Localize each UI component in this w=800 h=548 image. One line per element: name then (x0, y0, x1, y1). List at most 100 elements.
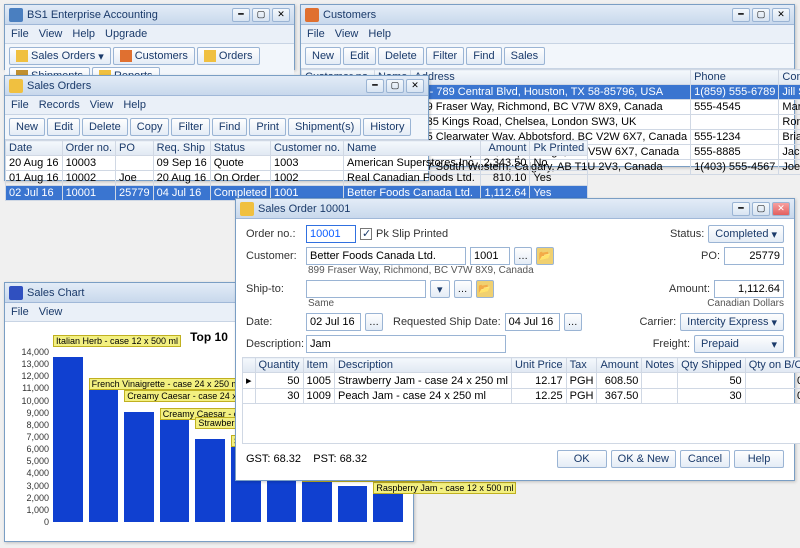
chart-bar: French Vinaigrette - case 24 x 250 ml (89, 390, 119, 522)
close-icon[interactable]: ✕ (406, 79, 424, 93)
find-button[interactable]: Find (212, 118, 247, 136)
so-grid[interactable]: DateOrder no.POReq. ShipStatusCustomer n… (5, 140, 588, 201)
menu-view[interactable]: View (90, 99, 114, 111)
table-row[interactable]: 01 Aug 1610002Joe20 Aug 16On Order1002Re… (6, 171, 588, 186)
maximize-icon[interactable]: ▢ (752, 8, 770, 22)
sales-orders-dropdown[interactable]: Sales Orders ▾ (9, 47, 111, 65)
bar-label: French Vinaigrette - case 24 x 250 ml (89, 378, 244, 390)
customer-name-field[interactable] (306, 247, 466, 265)
shipto-field[interactable] (306, 280, 426, 298)
delete-button[interactable]: Delete (82, 118, 128, 136)
help-button[interactable]: Help (734, 450, 784, 468)
minimize-icon[interactable]: ━ (732, 8, 750, 22)
print-button[interactable]: Print (249, 118, 286, 136)
edit-button[interactable]: Edit (343, 47, 376, 65)
menu-file[interactable]: File (11, 306, 29, 318)
menu-file[interactable]: File (11, 99, 29, 111)
gst-label: GST: 68.32 (246, 453, 301, 465)
chart-bar: Raspberry Jam - case 12 x 500 ml (373, 494, 403, 522)
copy-button[interactable]: Copy (130, 118, 170, 136)
main-menubar: File View Help Upgrade (5, 25, 294, 44)
menu-view[interactable]: View (39, 28, 63, 40)
customers-menubar: File View Help (301, 25, 794, 44)
close-icon[interactable]: ✕ (772, 202, 790, 216)
shipto-dropdown[interactable]: ▾ (430, 280, 450, 298)
status-dropdown[interactable]: Completed ▾ (708, 225, 784, 243)
sales-button[interactable]: Sales (504, 47, 546, 65)
minimize-icon[interactable]: ━ (732, 202, 750, 216)
shipments-button[interactable]: Shipment(s) (288, 118, 361, 136)
customer-label: Customer: (246, 250, 302, 262)
menu-file[interactable]: File (11, 28, 29, 40)
menu-help[interactable]: Help (368, 28, 391, 40)
new-button[interactable]: New (305, 47, 341, 65)
customer-lookup-icon[interactable]: … (514, 247, 532, 265)
req-label: Requested Ship Date: (393, 316, 501, 328)
history-button[interactable]: History (363, 118, 411, 136)
filter-button[interactable]: Filter (426, 47, 464, 65)
pst-label: PST: 68.32 (313, 453, 367, 465)
bar-label: Raspberry Jam - case 12 x 500 ml (373, 482, 516, 494)
y-tick: 6,000 (9, 444, 49, 454)
po-field[interactable] (724, 247, 784, 265)
ok-new-button[interactable]: OK & New (611, 450, 676, 468)
grid-header: DateOrder no.POReq. ShipStatusCustomer n… (6, 141, 588, 156)
close-icon[interactable]: ✕ (272, 8, 290, 22)
freight-dropdown[interactable]: Prepaid ▾ (694, 335, 784, 353)
menu-file[interactable]: File (307, 28, 325, 40)
new-button[interactable]: New (9, 118, 45, 136)
chart-icon (9, 286, 23, 300)
customers-title: Customers (323, 9, 732, 21)
customer-open-icon[interactable]: 📂 (536, 247, 554, 265)
req-date-field[interactable] (505, 313, 560, 331)
maximize-icon[interactable]: ▢ (752, 202, 770, 216)
menu-view[interactable]: View (39, 306, 63, 318)
customers-button[interactable]: Customers (113, 47, 195, 65)
table-row[interactable]: ▸501005Strawberry Jam - case 24 x 250 ml… (243, 373, 800, 389)
y-tick: 9,000 (9, 408, 49, 418)
y-tick: 10,000 (9, 396, 49, 406)
shipto-open-icon[interactable]: 📂 (476, 280, 494, 298)
find-button[interactable]: Find (466, 47, 501, 65)
shipto-lookup-icon[interactable]: … (454, 280, 472, 298)
so-titlebar: Sales Orders ━ ▢ ✕ (5, 76, 428, 96)
ok-button[interactable]: OK (557, 450, 607, 468)
close-icon[interactable]: ✕ (772, 8, 790, 22)
so-icon (9, 79, 23, 93)
date-field[interactable] (306, 313, 361, 331)
menu-help[interactable]: Help (123, 99, 146, 111)
table-row[interactable]: 301009Peach Jam - case 24 x 250 ml12.25P… (243, 389, 800, 404)
carrier-dropdown[interactable]: Intercity Express ▾ (680, 313, 784, 331)
order-title: Sales Order 10001 (258, 203, 732, 215)
menu-help[interactable]: Help (72, 28, 95, 40)
req-date-picker-icon[interactable]: … (564, 313, 582, 331)
date-picker-icon[interactable]: … (365, 313, 383, 331)
order-no-field[interactable] (306, 225, 356, 243)
y-tick: 1,000 (9, 505, 49, 515)
y-tick: 7,000 (9, 432, 49, 442)
y-tick: 4,000 (9, 468, 49, 478)
y-tick: 8,000 (9, 420, 49, 430)
amount-field (714, 280, 784, 298)
order-lines-grid[interactable]: Quantity Item Description Unit Price Tax… (242, 357, 800, 444)
grid-header: Quantity Item Description Unit Price Tax… (243, 358, 800, 373)
table-row[interactable]: 20 Aug 161000309 Sep 16Quote1003American… (6, 156, 588, 171)
minimize-icon[interactable]: ━ (232, 8, 250, 22)
desc-field[interactable] (306, 335, 506, 353)
maximize-icon[interactable]: ▢ (252, 8, 270, 22)
delete-button[interactable]: Delete (378, 47, 424, 65)
y-tick: 12,000 (9, 371, 49, 381)
filter-button[interactable]: Filter (171, 118, 209, 136)
maximize-icon[interactable]: ▢ (386, 79, 404, 93)
minimize-icon[interactable]: ━ (366, 79, 384, 93)
menu-view[interactable]: View (335, 28, 359, 40)
menu-records[interactable]: Records (39, 99, 80, 111)
so-toolbar: New Edit Delete Copy Filter Find Print S… (5, 115, 428, 140)
chart-bar: Peach Jam (338, 486, 368, 522)
cancel-button[interactable]: Cancel (680, 450, 730, 468)
menu-upgrade[interactable]: Upgrade (105, 28, 147, 40)
orders-button[interactable]: Orders (197, 47, 260, 65)
customer-no-field[interactable] (470, 247, 510, 265)
edit-button[interactable]: Edit (47, 118, 80, 136)
pk-printed-check[interactable] (360, 228, 372, 240)
